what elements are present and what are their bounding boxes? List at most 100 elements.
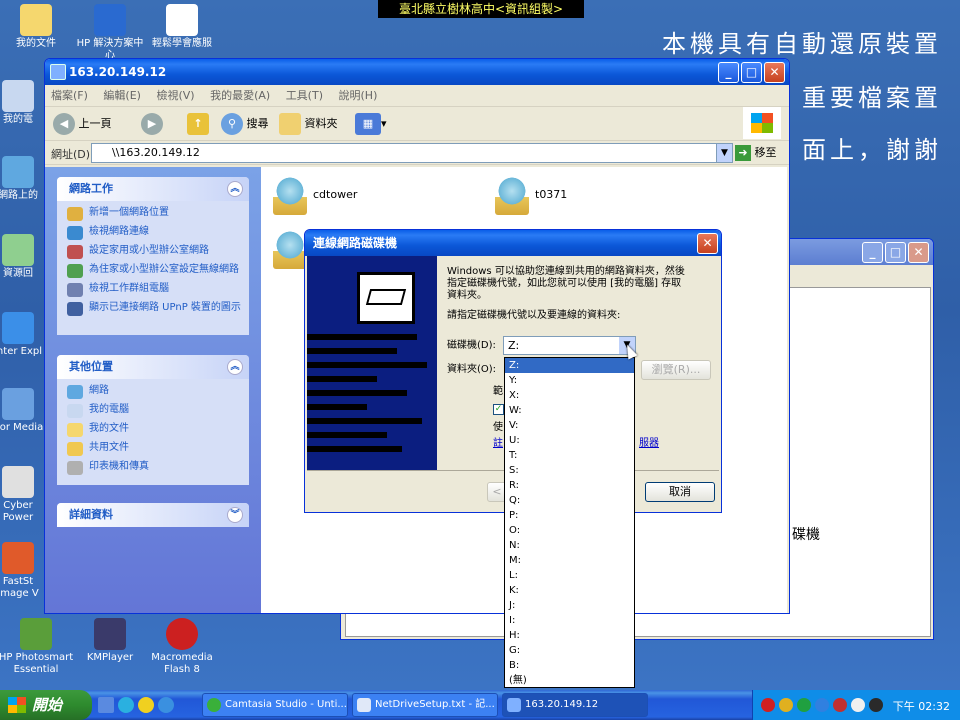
tray-app-icon[interactable]	[869, 698, 883, 712]
menu-edit[interactable]: 編輯(E)	[103, 89, 141, 102]
tray-network-icon[interactable]	[797, 698, 811, 712]
quicklaunch-browser-icon[interactable]	[158, 697, 174, 713]
quicklaunch-media-icon[interactable]	[138, 697, 154, 713]
drive-option[interactable]: P:	[505, 508, 634, 523]
back-button[interactable]: ◀ 上一頁	[53, 113, 112, 135]
drive-dropdown-list[interactable]: Z: Y: X: W: V: U: T: S: R: Q: P: O: N: M: L: K: J: I: H: G:…	[504, 357, 635, 688]
quicklaunch-ie-icon[interactable]	[118, 697, 134, 713]
quicklaunch-icon[interactable]	[98, 697, 114, 713]
desktop-icon-cyberpower[interactable]: Cyber Power	[0, 466, 48, 524]
desktop-icon-my-computer[interactable]: 我的電	[0, 80, 48, 126]
forward-button[interactable]: ▶	[141, 113, 163, 135]
place-my-computer[interactable]: 我的電腦	[57, 402, 249, 421]
signup-link-partial[interactable]: 註	[493, 438, 503, 450]
close-icon[interactable]: ✕	[697, 233, 718, 254]
server-link[interactable]: 服器	[639, 438, 659, 450]
browse-button[interactable]: 瀏覽(R)...	[641, 360, 711, 380]
collapse-icon[interactable]: ︽	[227, 359, 243, 375]
desktop-icon-faststone[interactable]: FastSt Image V	[0, 542, 48, 600]
other-places-header[interactable]: 其他位置 ︽	[57, 355, 249, 379]
task-setup-wireless[interactable]: 為住家或小型辦公室設定無線網路	[57, 262, 249, 281]
address-input[interactable]: \\163.20.149.12 ▼	[91, 143, 733, 163]
go-button[interactable]: ➜ 移至	[735, 144, 777, 162]
drive-select[interactable]: Z: ▼	[503, 336, 636, 355]
drive-option[interactable]: Y:	[505, 373, 634, 388]
up-folder-button[interactable]: ↑	[187, 113, 209, 135]
drive-option[interactable]: M:	[505, 553, 634, 568]
close-icon[interactable]: ✕	[908, 242, 929, 263]
close-icon[interactable]: ✕	[764, 62, 785, 83]
drive-option[interactable]: R:	[505, 478, 634, 493]
start-button[interactable]: 開始	[0, 690, 92, 720]
drive-option[interactable]: I:	[505, 613, 634, 628]
drive-option[interactable]: N:	[505, 538, 634, 553]
search-button[interactable]: ⚲ 搜尋	[221, 113, 269, 135]
drive-option[interactable]: T:	[505, 448, 634, 463]
menu-view[interactable]: 檢視(V)	[156, 89, 194, 102]
task-setup-network[interactable]: 設定家用或小型辦公室網路	[57, 243, 249, 262]
drive-option[interactable]: G:	[505, 643, 634, 658]
desktop-icon-tutorial[interactable]: 輕鬆學會應服	[144, 4, 220, 50]
tray-volume-icon[interactable]	[851, 698, 865, 712]
drive-option[interactable]: S:	[505, 463, 634, 478]
drive-option[interactable]: J:	[505, 598, 634, 613]
explorer-titlebar[interactable]: 163.20.149.12 _ □ ✕	[45, 59, 789, 85]
drive-option[interactable]: (無)	[505, 673, 634, 687]
desktop-icon-recycle-bin[interactable]: 資源回	[0, 234, 48, 280]
task-camtasia[interactable]: Camtasia Studio - Unti...	[202, 693, 348, 717]
drive-option[interactable]: B:	[505, 658, 634, 673]
tray-update-icon[interactable]	[815, 698, 829, 712]
tray-record-icon[interactable]	[761, 698, 775, 712]
place-my-documents[interactable]: 我的文件	[57, 421, 249, 440]
details-header[interactable]: 詳細資料 ︾	[57, 503, 249, 527]
task-view-workgroup[interactable]: 檢視工作群組電腦	[57, 281, 249, 300]
drive-option[interactable]: V:	[505, 418, 634, 433]
tray-flash-icon[interactable]	[833, 698, 847, 712]
collapse-icon[interactable]: ︽	[227, 181, 243, 197]
task-add-network-place[interactable]: 新增一個網路位置	[57, 205, 249, 224]
drive-option[interactable]: W:	[505, 403, 634, 418]
drive-option[interactable]: O:	[505, 523, 634, 538]
chevron-down-icon[interactable]: ▼	[716, 144, 732, 162]
expand-icon[interactable]: ︾	[227, 507, 243, 523]
menu-tools[interactable]: 工具(T)	[286, 89, 323, 102]
desktop-icon-hp-center[interactable]: HP 解決方案中心	[72, 4, 148, 62]
menu-file[interactable]: 檔案(F)	[51, 89, 88, 102]
desktop-icon-my-documents[interactable]: 我的文件	[0, 4, 74, 50]
network-tasks-header[interactable]: 網路工作 ︽	[57, 177, 249, 201]
menu-help[interactable]: 說明(H)	[339, 89, 378, 102]
desktop-icon-flash[interactable]: Macromedia Flash 8	[144, 618, 220, 676]
desktop-icon-media[interactable]: Cor Media	[0, 388, 48, 434]
task-show-upnp[interactable]: 顯示已連接網路 UPnP 裝置的圖示	[57, 300, 249, 319]
minimize-icon[interactable]: _	[718, 62, 739, 83]
reconnect-checkbox[interactable]: ✓	[493, 404, 504, 415]
drive-option[interactable]: H:	[505, 628, 634, 643]
drive-option[interactable]: Z:	[505, 358, 634, 373]
desktop-icon-hp-photosmart[interactable]: HP Photosmart Essential	[0, 618, 74, 676]
network-folder-cdtower[interactable]: cdtower	[273, 175, 357, 215]
drive-option[interactable]: Q:	[505, 493, 634, 508]
desktop-icon-ie[interactable]: Inter Expl	[0, 312, 48, 358]
place-shared-documents[interactable]: 共用文件	[57, 440, 249, 459]
menu-favorites[interactable]: 我的最愛(A)	[210, 89, 270, 102]
folders-button[interactable]: 資料夾	[279, 113, 338, 135]
drive-option[interactable]: U:	[505, 433, 634, 448]
drive-option[interactable]: L:	[505, 568, 634, 583]
drive-option[interactable]: X:	[505, 388, 634, 403]
cancel-button[interactable]: 取消	[645, 482, 715, 502]
task-notepad[interactable]: NetDriveSetup.txt - 記...	[352, 693, 498, 717]
maximize-icon[interactable]: □	[885, 242, 906, 263]
maximize-icon[interactable]: □	[741, 62, 762, 83]
desktop-icon-kmplayer[interactable]: KMPlayer	[72, 618, 148, 664]
desktop-icon-network[interactable]: 網路上的	[0, 156, 48, 202]
dialog-titlebar[interactable]: 連線網路磁碟機 ✕	[305, 230, 721, 256]
views-button[interactable]: ▦ ▾	[355, 113, 387, 135]
network-folder-t0371[interactable]: t0371	[495, 175, 567, 215]
task-explorer[interactable]: 163.20.149.12	[502, 693, 648, 717]
minimize-icon[interactable]: _	[862, 242, 883, 263]
task-view-connections[interactable]: 檢視網路連線	[57, 224, 249, 243]
place-network[interactable]: 網路	[57, 383, 249, 402]
drive-option[interactable]: K:	[505, 583, 634, 598]
tray-shield-icon[interactable]	[779, 698, 793, 712]
place-printers[interactable]: 印表機和傳真	[57, 459, 249, 478]
